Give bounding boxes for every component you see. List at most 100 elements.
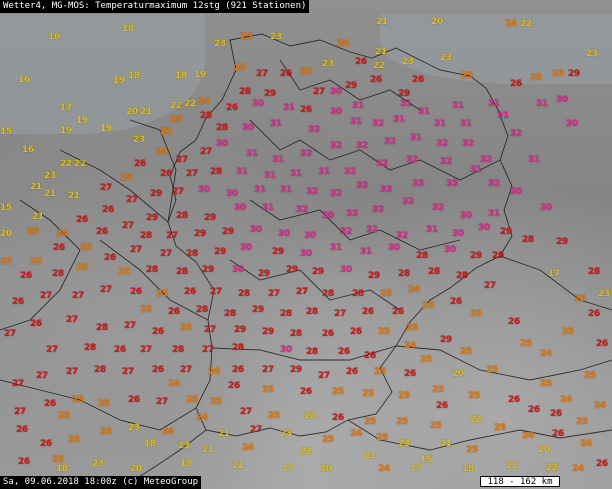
station-value: 25 [76,263,88,273]
station-value: 25 [562,327,574,337]
station-value: 29 [440,335,452,345]
station-value: 19 [76,116,88,126]
station-value: 30 [252,99,264,109]
station-value: 31 [350,117,362,127]
station-value: 21 [364,451,376,461]
station-value: 32 [480,155,492,165]
station-value: 29 [470,251,482,261]
station-value: 28 [176,211,188,221]
station-value: 31 [236,167,248,177]
station-value: 31 [264,171,276,181]
station-value: 32 [300,149,312,159]
station-value: 28 [428,267,440,277]
station-value: 30 [452,229,464,239]
station-value: 20 [130,464,142,474]
station-value: 30 [540,203,552,213]
station-value: 25 [540,379,552,389]
station-value: 32 [510,129,522,139]
station-value: 24 [198,97,210,107]
station-value: 32 [432,203,444,213]
station-value: 26 [76,215,88,225]
station-value: 24 [572,464,584,474]
station-value: 27 [12,379,24,389]
station-value: 28 [200,111,212,121]
station-value: 31 [488,99,500,109]
station-value: 25 [576,417,588,427]
station-value: 26 [152,327,164,337]
station-value: 28 [186,249,198,259]
station-value: 27 [210,287,222,297]
station-value: 20 [320,464,332,474]
station-value: 23 [586,49,598,59]
station-value: 21 [30,182,42,192]
station-value: 28 [352,289,364,299]
station-value: 25 [27,227,39,237]
station-value: 29 [262,327,274,337]
station-value: 26 [128,395,140,405]
station-value: 33 [446,179,458,189]
station-value: 30 [330,107,342,117]
station-value: 29 [214,247,226,257]
temperature-map: 16 18 16 19 18 18 19 17 15 19 16 19 19 20 21 22 22 22 21 23… [0,0,612,489]
station-value: 26 [350,327,362,337]
station-value: 26 [596,459,608,469]
station-value: 25 [470,309,482,319]
station-value: 27 [126,195,138,205]
station-value: 25 [268,411,280,421]
station-value: 24 [156,147,168,157]
station-value: 27 [318,371,330,381]
station-value: 26 [130,287,142,297]
station-value: 24 [560,395,572,405]
station-value: 26 [412,75,424,85]
station-value: 25 [574,294,586,304]
station-value: 28 [306,307,318,317]
station-value: 21 [140,107,152,117]
station-value: 25 [68,435,80,445]
station-value: 26 [364,351,376,361]
station-value: 25 [100,427,112,437]
station-value: 27 [334,309,346,319]
station-value: 27 [166,231,178,241]
station-value: 25 [406,323,418,333]
station-value: 26 [510,79,522,89]
station-value: 29 [500,227,512,237]
station-value: 30 [566,119,578,129]
station-value: 26 [102,205,114,215]
station-value: 21 [232,461,244,471]
station-value: 32 [488,179,500,189]
station-value: 24 [505,19,517,29]
station-value: 25 [30,257,42,267]
station-value: 29 [204,213,216,223]
station-value: 27 [46,345,58,355]
station-value: 22 [506,461,518,471]
station-value: 23 [440,53,452,63]
station-value: 24 [350,429,362,439]
station-value: 25 [186,395,198,405]
station-value: 30 [226,189,238,199]
station-value: 21 [376,17,388,27]
station-value: 23 [178,441,190,451]
station-value: 27 [240,407,252,417]
station-value: 23 [214,39,226,49]
station-value: 28 [172,345,184,355]
station-value: 31 [280,185,292,195]
station-value: 26 [53,243,65,253]
station-value: 27 [202,345,214,355]
station-value: 31 [262,203,274,213]
station-value: 27 [66,315,78,325]
station-value: 32 [306,187,318,197]
station-value: 30 [460,211,472,221]
station-value: 27 [176,155,188,165]
station-value: 24 [196,413,208,423]
station-value: 27 [66,367,78,377]
station-value: 26 [226,103,238,113]
station-value: 26 [104,253,116,263]
station-value: 28 [232,343,244,353]
station-value: 23 [398,439,410,449]
station-value: 25 [378,327,390,337]
station-value: 27 [156,397,168,407]
station-value: 30 [240,243,252,253]
station-value: 22 [300,447,312,457]
station-value: 26 [338,347,350,357]
station-value: 21 [68,191,80,201]
